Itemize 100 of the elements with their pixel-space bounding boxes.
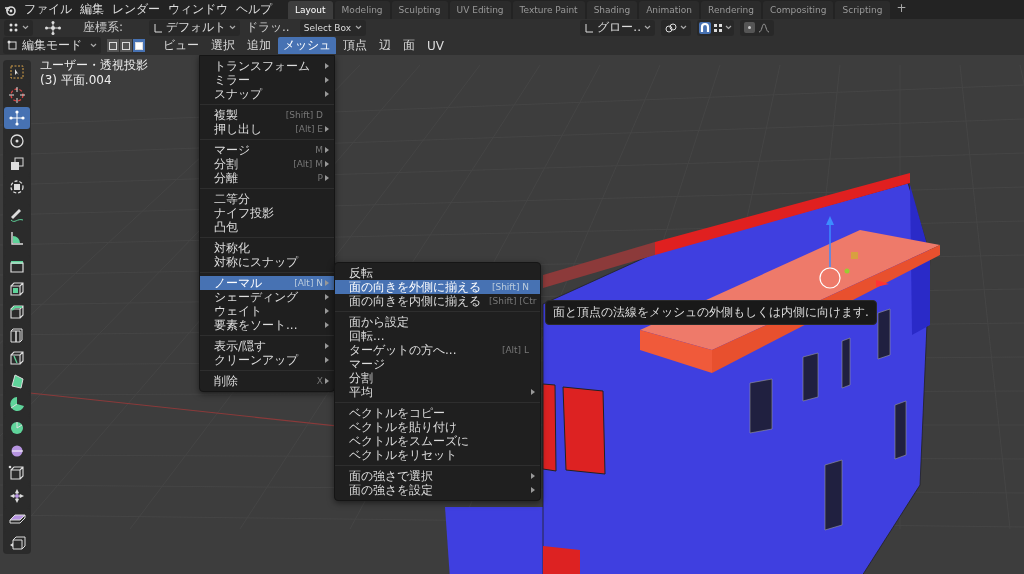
axes-icon bbox=[153, 22, 164, 33]
caret-icon bbox=[229, 25, 237, 30]
add-workspace-button[interactable]: + bbox=[891, 0, 912, 19]
snap-toggle[interactable] bbox=[699, 21, 711, 34]
menu-item[interactable]: マージ bbox=[335, 357, 540, 371]
menu-item[interactable]: 面から設定 bbox=[335, 315, 540, 329]
proportional-editing-toggle[interactable] bbox=[744, 22, 755, 33]
caret-icon bbox=[22, 25, 29, 30]
menu-item[interactable]: 編集 bbox=[76, 1, 108, 18]
menu-item[interactable]: 頂点 bbox=[338, 37, 372, 54]
link-icon bbox=[665, 22, 677, 33]
menu-item[interactable]: クリーンアップ bbox=[200, 353, 334, 367]
menu-item[interactable]: 辺 bbox=[374, 37, 396, 54]
menu-item[interactable]: ベクトルをコピー bbox=[335, 406, 540, 420]
tooltip: 面と頂点の法線をメッシュの外側もしくは内側に向けます. bbox=[545, 300, 877, 325]
move-icon bbox=[8, 109, 26, 127]
magnet-icon bbox=[699, 21, 711, 34]
menu-item[interactable]: ウィンドウ bbox=[164, 1, 232, 18]
drag-tool-dropdown[interactable]: Select Box bbox=[299, 19, 366, 36]
loop-cut-icon bbox=[8, 349, 26, 367]
move-gizmo-icon[interactable] bbox=[45, 20, 61, 35]
scale-icon bbox=[8, 155, 26, 173]
shrink-icon bbox=[8, 487, 26, 505]
edit-mode-icon bbox=[7, 40, 18, 51]
edge-slide-icon bbox=[8, 464, 26, 482]
menu-item[interactable]: 表示/隠す bbox=[200, 339, 334, 353]
transform-icon bbox=[8, 178, 26, 196]
menu-item[interactable]: ウェイト bbox=[200, 304, 334, 318]
menu-item[interactable]: 面の向きを外側に揃える [Shift] N bbox=[335, 280, 540, 294]
menu-item[interactable]: 面の強さを設定 bbox=[335, 483, 540, 497]
menu-item[interactable]: 平均 bbox=[335, 385, 540, 399]
menu-item[interactable]: ヘルプ bbox=[232, 1, 276, 18]
menu-item[interactable]: 対称にスナップ bbox=[200, 255, 334, 269]
inset-icon bbox=[8, 303, 26, 321]
menu-item[interactable]: ミラー bbox=[200, 73, 334, 87]
menu-item[interactable]: スナップ bbox=[200, 87, 334, 101]
menu-item[interactable]: ベクトルを貼り付け bbox=[335, 420, 540, 434]
face-select-button[interactable] bbox=[133, 39, 145, 52]
menu-item[interactable]: 複製 [Shift] D bbox=[200, 108, 334, 122]
workspace-tab[interactable]: UV Editing bbox=[449, 0, 511, 19]
caret-icon bbox=[680, 25, 687, 30]
menu-item[interactable]: ターゲットの方へ... [Alt] L bbox=[335, 343, 540, 357]
pivot-dropdown[interactable] bbox=[4, 19, 33, 36]
menu-item[interactable]: ファイル bbox=[20, 1, 76, 18]
menu-item[interactable]: トランスフォーム bbox=[200, 59, 334, 73]
menu-item[interactable]: ベクトルをスムーズに bbox=[335, 434, 540, 448]
menu-item[interactable]: 分割 bbox=[335, 371, 540, 385]
orientation-dropdown[interactable]: デフォルト bbox=[149, 19, 241, 36]
select-box-icon bbox=[8, 63, 26, 81]
workspace-tab[interactable]: Sculpting bbox=[391, 0, 448, 19]
menu-item[interactable]: 回転... bbox=[335, 329, 540, 343]
caret-icon bbox=[725, 25, 732, 30]
menu-item[interactable]: 凸包 bbox=[200, 220, 334, 234]
menu-item[interactable]: 削除 X bbox=[200, 374, 334, 388]
menu-item[interactable]: ナイフ投影 bbox=[200, 206, 334, 220]
workspace-tab[interactable]: Scripting bbox=[835, 0, 890, 19]
workspace-tab[interactable]: Rendering bbox=[701, 0, 762, 19]
menu-item[interactable]: メッシュ bbox=[278, 37, 336, 54]
menu-item[interactable]: 対称化 bbox=[200, 241, 334, 255]
menu-item[interactable]: 追加 bbox=[242, 37, 276, 54]
extrude-icon bbox=[8, 280, 26, 298]
coordinate-label: 座標系: bbox=[83, 19, 124, 36]
menu-item[interactable]: 面の強さで選択 bbox=[335, 469, 540, 483]
transform-orientation-dropdown[interactable]: グロー.. bbox=[580, 19, 655, 36]
menu-item[interactable]: ビュー bbox=[158, 37, 204, 54]
menu-item[interactable]: UV bbox=[422, 37, 449, 54]
menu-item[interactable]: 二等分 bbox=[200, 192, 334, 206]
caret-icon bbox=[354, 25, 362, 30]
menu-item[interactable]: 反転 bbox=[335, 266, 540, 280]
workspace-tab[interactable]: Compositing bbox=[763, 0, 834, 19]
mode-dropdown[interactable]: 編集モード bbox=[3, 37, 101, 54]
workspace-tab[interactable]: Texture Paint bbox=[512, 0, 585, 19]
menu-item[interactable]: 面 bbox=[398, 37, 420, 54]
menu-item[interactable]: ノーマル [Alt] N bbox=[200, 276, 334, 290]
menu-item[interactable]: 分離 P bbox=[200, 171, 334, 185]
app-logo-icon[interactable] bbox=[4, 3, 16, 16]
pivot-icon bbox=[8, 22, 19, 33]
tool-button[interactable] bbox=[4, 107, 30, 129]
vertex-select-button[interactable] bbox=[107, 39, 119, 52]
workspace-tab[interactable]: Shading bbox=[586, 0, 638, 19]
ruler-icon bbox=[8, 229, 26, 247]
rotate-icon bbox=[8, 132, 26, 150]
menu-item[interactable]: 面の向きを内側に揃える [Shift] [Ctr bbox=[335, 294, 540, 308]
menu-item[interactable]: 要素をソート... bbox=[200, 318, 334, 332]
edge-select-button[interactable] bbox=[120, 39, 132, 52]
drag-label: ドラッ.. bbox=[246, 19, 290, 36]
menu-item[interactable]: レンダー bbox=[108, 1, 164, 18]
menu-item[interactable]: シェーディング bbox=[200, 290, 334, 304]
menu-item[interactable]: マージ M bbox=[200, 143, 334, 157]
workspace-tab[interactable]: Animation bbox=[639, 0, 700, 19]
menu-item[interactable]: ベクトルをリセット bbox=[335, 448, 540, 462]
grid-icon[interactable] bbox=[713, 22, 723, 33]
workspace-tab[interactable]: Layout bbox=[288, 0, 333, 19]
menu-item[interactable]: 選択 bbox=[206, 37, 240, 54]
pivot-point-dropdown[interactable] bbox=[661, 19, 691, 36]
workspace-tab[interactable]: Modeling bbox=[334, 0, 390, 19]
menu-item[interactable]: 押し出し [Alt] E bbox=[200, 122, 334, 136]
cursor-icon bbox=[8, 86, 26, 104]
menu-item[interactable]: 分割 [Alt] M bbox=[200, 157, 334, 171]
rip-icon bbox=[8, 533, 26, 551]
